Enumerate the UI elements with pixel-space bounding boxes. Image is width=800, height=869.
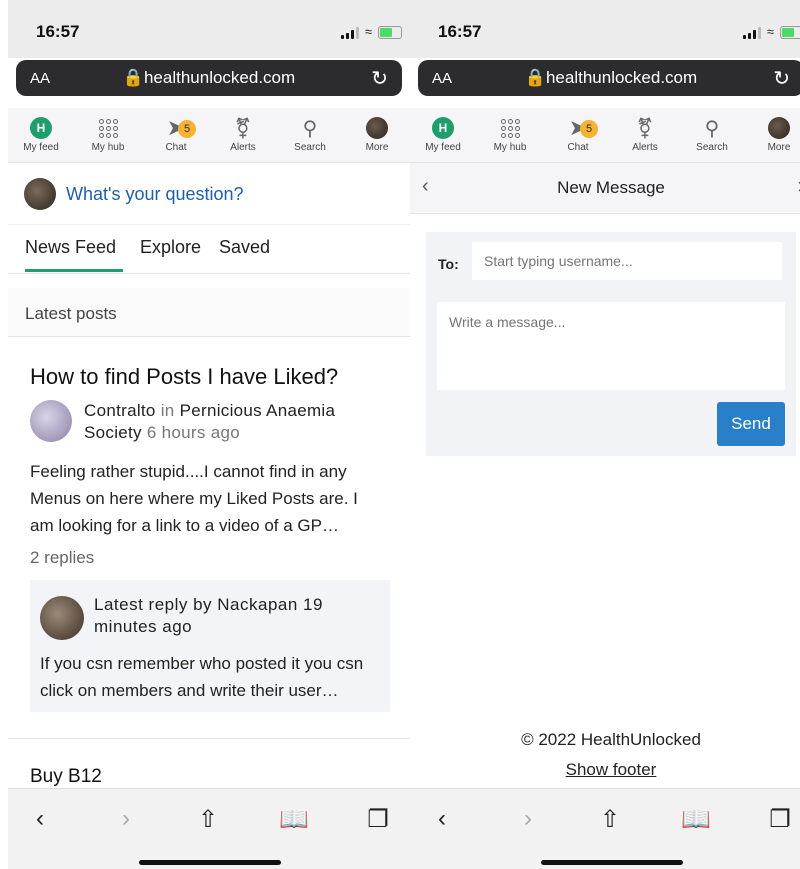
- site-nav: H My feed My hub ➤ 5 Chat ⚧ Alerts ⚲ Sear…: [8, 108, 410, 163]
- wifi-icon: ≈: [364, 24, 372, 39]
- new-message-header: ‹ New Message ×: [410, 163, 800, 214]
- author-avatar[interactable]: [30, 400, 72, 442]
- search-icon: ⚲: [302, 117, 318, 140]
- reload-icon[interactable]: ↻: [773, 66, 790, 91]
- site-nav: H My feed My hub ➤ 5 Chat ⚧ Alerts ⚲ Sear…: [410, 108, 800, 163]
- bookmarks-icon[interactable]: 📖: [676, 805, 716, 833]
- search-icon: ⚲: [704, 117, 720, 140]
- status-bar: 16:57 ≈: [410, 0, 800, 58]
- url-text: healthunlocked.com: [545, 68, 698, 87]
- forward-icon[interactable]: ›: [508, 805, 548, 833]
- page-title: New Message: [557, 178, 665, 197]
- grid-icon: [98, 118, 118, 138]
- status-bar: 16:57 ≈: [8, 0, 410, 58]
- nav-chat[interactable]: ➤ 5 Chat: [553, 115, 603, 153]
- tabs-icon[interactable]: ❐: [358, 805, 398, 833]
- signal-icon: [340, 27, 359, 39]
- home-indicator: [541, 860, 683, 865]
- phone-screen-feed: 16:57 ≈ AA 🔒healthunlocked.com ↻ H My fe…: [8, 0, 410, 869]
- signal-icon: [742, 27, 761, 39]
- post-time: 6 hours ago: [146, 423, 240, 442]
- status-time: 16:57: [36, 22, 80, 41]
- section-header: Latest posts: [8, 288, 410, 337]
- ask-question-prompt[interactable]: What's your question?: [24, 178, 244, 210]
- post-excerpt[interactable]: Feeling rather stupid....I cannot find i…: [30, 458, 380, 539]
- home-indicator: [139, 860, 281, 865]
- lock-icon: 🔒: [524, 68, 546, 87]
- avatar: [24, 178, 56, 210]
- show-footer-link[interactable]: Show footer: [410, 760, 800, 780]
- feed-tabs: News Feed Explore Saved: [8, 224, 410, 274]
- post-title[interactable]: How to find Posts I have Liked?: [30, 364, 338, 390]
- wifi-icon: ≈: [766, 24, 774, 39]
- avatar-h-icon: H: [30, 117, 52, 139]
- recipient-input[interactable]: [472, 242, 782, 280]
- nav-my-hub[interactable]: My hub: [485, 116, 535, 153]
- share-icon[interactable]: ⇧: [188, 805, 228, 833]
- browser-toolbar: ‹ › ⇧ 📖 ❐: [410, 788, 800, 869]
- nav-search[interactable]: ⚲ Search: [285, 116, 335, 154]
- message-input[interactable]: [437, 302, 785, 390]
- to-label: To:: [438, 256, 459, 272]
- reload-icon[interactable]: ↻: [371, 66, 388, 91]
- latest-reply-text: If you csn remember who posted it you cs…: [40, 654, 364, 700]
- avatar-icon: [768, 117, 790, 139]
- chat-badge: 5: [178, 120, 196, 138]
- address-bar[interactable]: AA 🔒healthunlocked.com ↻: [418, 60, 800, 96]
- avatar-h-icon: H: [432, 117, 454, 139]
- nav-more[interactable]: More: [754, 116, 800, 153]
- nav-more[interactable]: More: [352, 116, 402, 153]
- send-button[interactable]: Send: [717, 402, 785, 446]
- copyright-text: © 2022 HealthUnlocked: [521, 730, 701, 749]
- nav-my-hub[interactable]: My hub: [83, 116, 133, 153]
- bell-icon: ⚧: [636, 117, 654, 140]
- nav-my-feed[interactable]: H My feed: [16, 116, 66, 153]
- nav-alerts[interactable]: ⚧ Alerts: [218, 116, 268, 154]
- battery-icon: [378, 26, 402, 39]
- forward-icon[interactable]: ›: [106, 805, 146, 833]
- back-icon[interactable]: ‹: [20, 805, 60, 833]
- nav-chat[interactable]: ➤ 5 Chat: [151, 115, 201, 153]
- nav-search[interactable]: ⚲ Search: [687, 116, 737, 154]
- share-icon[interactable]: ⇧: [590, 805, 630, 833]
- tab-saved[interactable]: Saved: [219, 237, 270, 258]
- active-tab-indicator: [25, 269, 123, 272]
- url-text: healthunlocked.com: [143, 68, 296, 87]
- address-bar[interactable]: AA 🔒healthunlocked.com ↻: [16, 60, 402, 96]
- author-link[interactable]: Contralto: [84, 401, 156, 420]
- phone-screen-new-message: 16:57 ≈ AA 🔒healthunlocked.com ↻ H My fe…: [410, 0, 800, 869]
- latest-reply-card[interactable]: Latest reply by Nackapan 19 minutes ago …: [30, 580, 390, 712]
- latest-reply-heading: Latest reply by Nackapan 19 minutes ago: [94, 595, 323, 636]
- tabs-icon[interactable]: ❐: [760, 805, 800, 833]
- tab-news-feed[interactable]: News Feed: [25, 237, 116, 258]
- replier-avatar: [40, 596, 84, 640]
- nav-alerts[interactable]: ⚧ Alerts: [620, 116, 670, 154]
- divider: [8, 738, 410, 739]
- battery-icon: [780, 26, 800, 39]
- lock-icon: 🔒: [122, 68, 144, 87]
- nav-my-feed[interactable]: H My feed: [418, 116, 468, 153]
- compose-form: To: Send: [426, 232, 796, 456]
- avatar-icon: [366, 117, 388, 139]
- grid-icon: [500, 118, 520, 138]
- chat-badge: 5: [580, 120, 598, 138]
- back-icon[interactable]: ‹: [422, 805, 462, 833]
- reply-count[interactable]: 2 replies: [30, 548, 94, 568]
- tab-explore[interactable]: Explore: [140, 237, 201, 258]
- status-time: 16:57: [438, 22, 482, 41]
- browser-toolbar: ‹ › ⇧ 📖 ❐: [8, 788, 410, 869]
- bookmarks-icon[interactable]: 📖: [274, 805, 314, 833]
- post-title[interactable]: Buy B12: [30, 766, 102, 788]
- bell-icon: ⚧: [234, 117, 252, 140]
